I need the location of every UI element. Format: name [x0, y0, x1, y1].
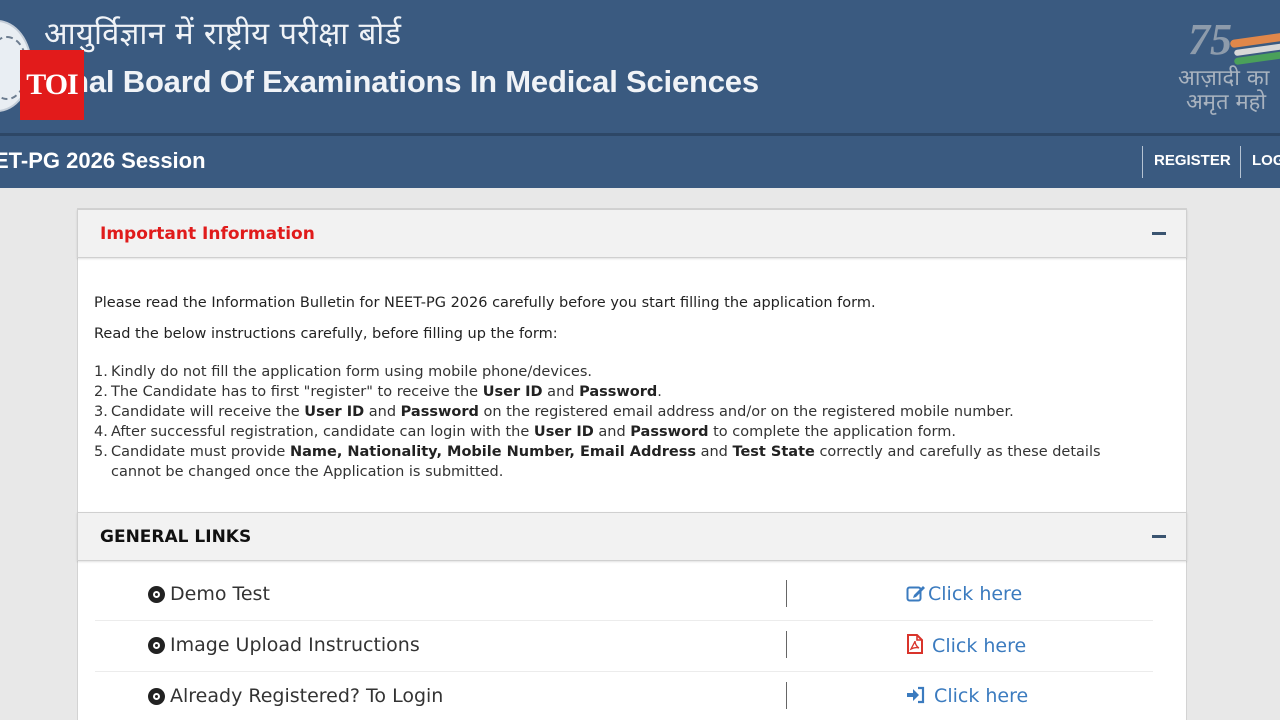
collapse-minus-icon[interactable]	[1152, 535, 1166, 538]
pdf-icon	[906, 634, 924, 659]
collapse-minus-icon[interactable]	[1152, 232, 1166, 235]
link-row-login: Already Registered? To Login Click here	[95, 672, 1153, 720]
list-item: 5. Candidate must provide Name, National…	[94, 444, 1101, 480]
toi-watermark-badge: TOI	[20, 50, 84, 120]
sign-in-icon	[906, 686, 926, 709]
session-title: ET-PG 2026 Session	[0, 148, 206, 173]
row-divider	[786, 631, 787, 658]
nav-divider	[1240, 146, 1241, 178]
important-info-title: Important Information	[100, 224, 315, 244]
nav-divider	[1142, 146, 1143, 178]
image-upload-click-here-link[interactable]: Click here	[906, 634, 1026, 659]
login-click-here-link[interactable]: Click here	[906, 685, 1028, 709]
link-label: Demo Test	[170, 583, 270, 605]
list-item: 2. The Candidate has to first "register"…	[94, 384, 662, 400]
list-item: 1. Kindly do not fill the application fo…	[94, 364, 593, 380]
general-links-header[interactable]: GENERAL LINKS	[77, 512, 1187, 561]
info-subheading: Read the below instructions carefully, b…	[94, 326, 558, 342]
link-label: Image Upload Instructions	[170, 634, 420, 656]
general-links-title: GENERAL LINKS	[100, 527, 252, 547]
login-link[interactable]: LOG	[1252, 152, 1280, 169]
english-title: ional Board Of Examinations In Medical S…	[43, 64, 759, 99]
important-info-header[interactable]: Important Information	[77, 209, 1187, 258]
list-item: 4. After successful registration, candid…	[94, 424, 956, 440]
hindi-title: आयुर्विज्ञान में राष्ट्रीय परीक्षा बोर्ड	[44, 16, 402, 52]
info-intro: Please read the Information Bulletin for…	[94, 295, 876, 311]
link-row-image-upload: Image Upload Instructions Click here	[95, 621, 1153, 672]
demo-test-click-here-link[interactable]: Click here	[906, 583, 1022, 607]
azadi-ka-amrit-mahotsav-logo: 75 आज़ादी का अमृत महो	[1176, 14, 1280, 124]
header-banner: आयुर्विज्ञान में राष्ट्रीय परीक्षा बोर्ड…	[0, 0, 1280, 133]
row-divider	[786, 682, 787, 709]
row-divider	[786, 580, 787, 607]
link-row-demo-test: Demo Test Click here	[95, 570, 1153, 621]
edit-icon	[906, 584, 926, 607]
link-label: Already Registered? To Login	[170, 685, 444, 707]
instructions-list: 1. Kindly do not fill the application fo…	[94, 362, 1154, 482]
dot-circle-icon	[148, 688, 165, 705]
register-link[interactable]: REGISTER	[1154, 152, 1231, 169]
list-item: 3. Candidate will receive the User ID an…	[94, 404, 1014, 420]
dot-circle-icon	[148, 637, 165, 654]
dot-circle-icon	[148, 586, 165, 603]
